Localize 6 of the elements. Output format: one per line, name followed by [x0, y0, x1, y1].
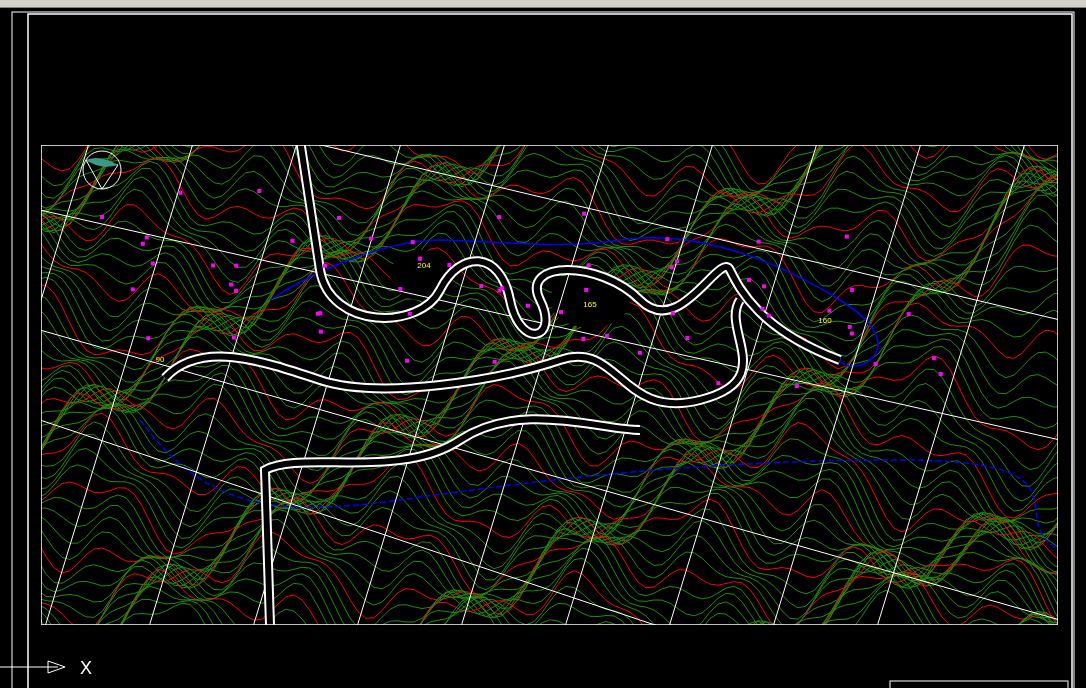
axis-label: X — [80, 658, 92, 678]
elevation-label: 160 — [818, 316, 832, 325]
elevation-label: 204 — [417, 261, 431, 270]
elevation-label: 90 — [155, 355, 165, 364]
ucs-axis-icon — [0, 660, 66, 674]
elevation-label: 165 — [583, 300, 597, 309]
